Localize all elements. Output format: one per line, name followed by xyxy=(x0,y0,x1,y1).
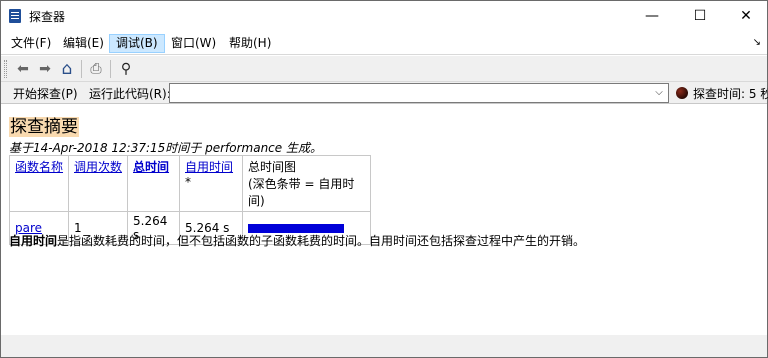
profiler-window: 探查器 — ☐ ✕ 文件(F) 编辑(E) 调试(B) 窗口(W) 帮助(H) … xyxy=(0,0,768,358)
print-icon[interactable]: ⎙ xyxy=(86,59,106,79)
report-subtitle: 基于14-Apr-2018 12:37:15时间于 performance 生成… xyxy=(9,141,322,155)
toolbar-grip[interactable] xyxy=(4,60,7,78)
run-code-label: 运行此代码(R): xyxy=(89,87,171,101)
status-strip xyxy=(1,335,767,357)
toolbar-separator xyxy=(81,60,82,78)
forward-arrow-icon[interactable]: ➡ xyxy=(35,59,55,79)
report-pane: 探查摘要 基于14-Apr-2018 12:37:15时间于 performan… xyxy=(1,105,767,335)
col-calls[interactable]: 调用次数 xyxy=(68,155,128,212)
home-icon[interactable]: ⌂ xyxy=(57,59,77,79)
window-title: 探查器 xyxy=(29,10,66,24)
note-term: 自用时间 xyxy=(9,234,58,248)
profile-time-status: 探查时间: 5 秒 xyxy=(693,87,768,101)
menu-overflow-icon[interactable]: ↘ xyxy=(753,37,761,48)
back-arrow-icon[interactable]: ⬅ xyxy=(13,59,33,79)
maximize-button[interactable]: ☐ xyxy=(677,1,723,31)
toolbar: ⬅ ➡ ⌂ ⎙ ⚲ xyxy=(1,56,767,82)
menu-file[interactable]: 文件(F) xyxy=(5,34,57,53)
find-binoculars-icon[interactable]: ⚲ xyxy=(116,59,136,79)
title-bar[interactable]: 探查器 — ☐ ✕ xyxy=(1,1,767,31)
col-self-time[interactable]: 自用时间* xyxy=(179,155,243,212)
toolbar-separator xyxy=(110,60,111,78)
start-profiling-button[interactable]: 开始探查(P) xyxy=(13,85,78,102)
menu-edit[interactable]: 编辑(E) xyxy=(57,34,110,53)
menu-window[interactable]: 窗口(W) xyxy=(165,34,222,53)
col-total-time[interactable]: 总时间 xyxy=(127,155,180,212)
menu-bar: 文件(F) 编辑(E) 调试(B) 窗口(W) 帮助(H) ↘ xyxy=(1,31,767,55)
col-total-time-plot: 总时间图 (深色条带 = 自用时间) xyxy=(242,155,371,212)
minimize-button[interactable]: — xyxy=(629,1,675,31)
menu-help[interactable]: 帮助(H) xyxy=(223,34,277,53)
self-time-note: 自用时间是指函数耗费的时间，但不包括函数的子函数耗费的时间。自用时间还包括探查过… xyxy=(9,232,585,249)
close-button[interactable]: ✕ xyxy=(723,1,768,31)
status-light-icon xyxy=(676,87,688,99)
app-icon xyxy=(9,9,21,23)
page-title: 探查摘要 xyxy=(9,117,79,137)
note-text: 是指函数耗费的时间，但不包括函数的子函数耗费的时间。自用时间还包括探查过程中产生… xyxy=(57,234,586,248)
table-header-row: 函数名称 调用次数 总时间 自用时间* 总时间图 (深色条带 = 自用时间) xyxy=(9,155,371,212)
col-function-name[interactable]: 函数名称 xyxy=(9,155,69,212)
run-code-input[interactable] xyxy=(169,83,669,103)
run-bar: 开始探查(P) 运行此代码(R): ⌵ 探查时间: 5 秒 xyxy=(1,82,768,104)
chevron-down-icon[interactable]: ⌵ xyxy=(651,84,667,102)
menu-debug[interactable]: 调试(B) xyxy=(109,34,165,53)
